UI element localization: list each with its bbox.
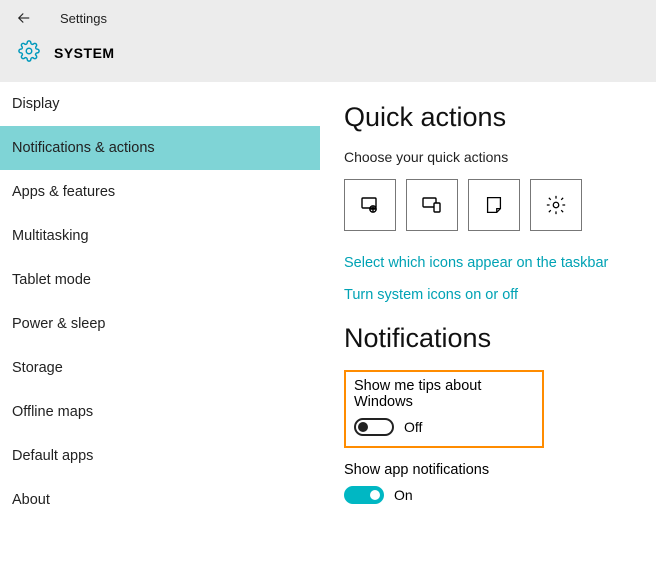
quick-actions-heading: Quick actions bbox=[344, 102, 632, 133]
qa-tile-tablet-mode[interactable] bbox=[344, 179, 396, 231]
window-header: Settings SYSTEM bbox=[0, 0, 656, 82]
sidebar-item-power-sleep[interactable]: Power & sleep bbox=[0, 302, 320, 346]
back-button[interactable] bbox=[8, 2, 40, 34]
sidebar-item-notifications[interactable]: Notifications & actions bbox=[0, 126, 320, 170]
sidebar-item-multitasking[interactable]: Multitasking bbox=[0, 214, 320, 258]
sidebar-item-about[interactable]: About bbox=[0, 478, 320, 522]
app-notifications-label: Show app notifications bbox=[344, 462, 632, 478]
quick-actions-tiles bbox=[344, 179, 632, 231]
qa-tile-note[interactable] bbox=[468, 179, 520, 231]
gear-icon bbox=[18, 40, 40, 65]
quick-actions-subtext: Choose your quick actions bbox=[344, 149, 632, 165]
connect-icon bbox=[420, 193, 444, 217]
app-notifications-toggle[interactable] bbox=[344, 486, 384, 504]
qa-tile-connect[interactable] bbox=[406, 179, 458, 231]
tablet-mode-icon bbox=[358, 193, 382, 217]
sidebar-item-tablet-mode[interactable]: Tablet mode bbox=[0, 258, 320, 302]
note-icon bbox=[483, 194, 505, 216]
sidebar-item-storage[interactable]: Storage bbox=[0, 346, 320, 390]
section-title: SYSTEM bbox=[54, 45, 115, 61]
link-system-icons[interactable]: Turn system icons on or off bbox=[344, 287, 632, 303]
sidebar-item-display[interactable]: Display bbox=[0, 82, 320, 126]
arrow-left-icon bbox=[15, 9, 33, 27]
sidebar-item-offline-maps[interactable]: Offline maps bbox=[0, 390, 320, 434]
notifications-heading: Notifications bbox=[344, 323, 632, 354]
app-notifications-state: On bbox=[394, 487, 413, 503]
window-title: Settings bbox=[60, 11, 107, 26]
content-pane: Quick actions Choose your quick actions … bbox=[320, 82, 656, 569]
sidebar-item-apps[interactable]: Apps & features bbox=[0, 170, 320, 214]
link-taskbar-icons[interactable]: Select which icons appear on the taskbar bbox=[344, 255, 632, 271]
settings-gear-icon bbox=[545, 194, 567, 216]
qa-tile-settings[interactable] bbox=[530, 179, 582, 231]
sidebar: Display Notifications & actions Apps & f… bbox=[0, 82, 320, 569]
highlight-box: Show me tips about Windows Off bbox=[344, 370, 544, 448]
sidebar-item-default-apps[interactable]: Default apps bbox=[0, 434, 320, 478]
tips-state: Off bbox=[404, 419, 422, 435]
tips-label: Show me tips about Windows bbox=[354, 378, 534, 410]
tips-toggle[interactable] bbox=[354, 418, 394, 436]
